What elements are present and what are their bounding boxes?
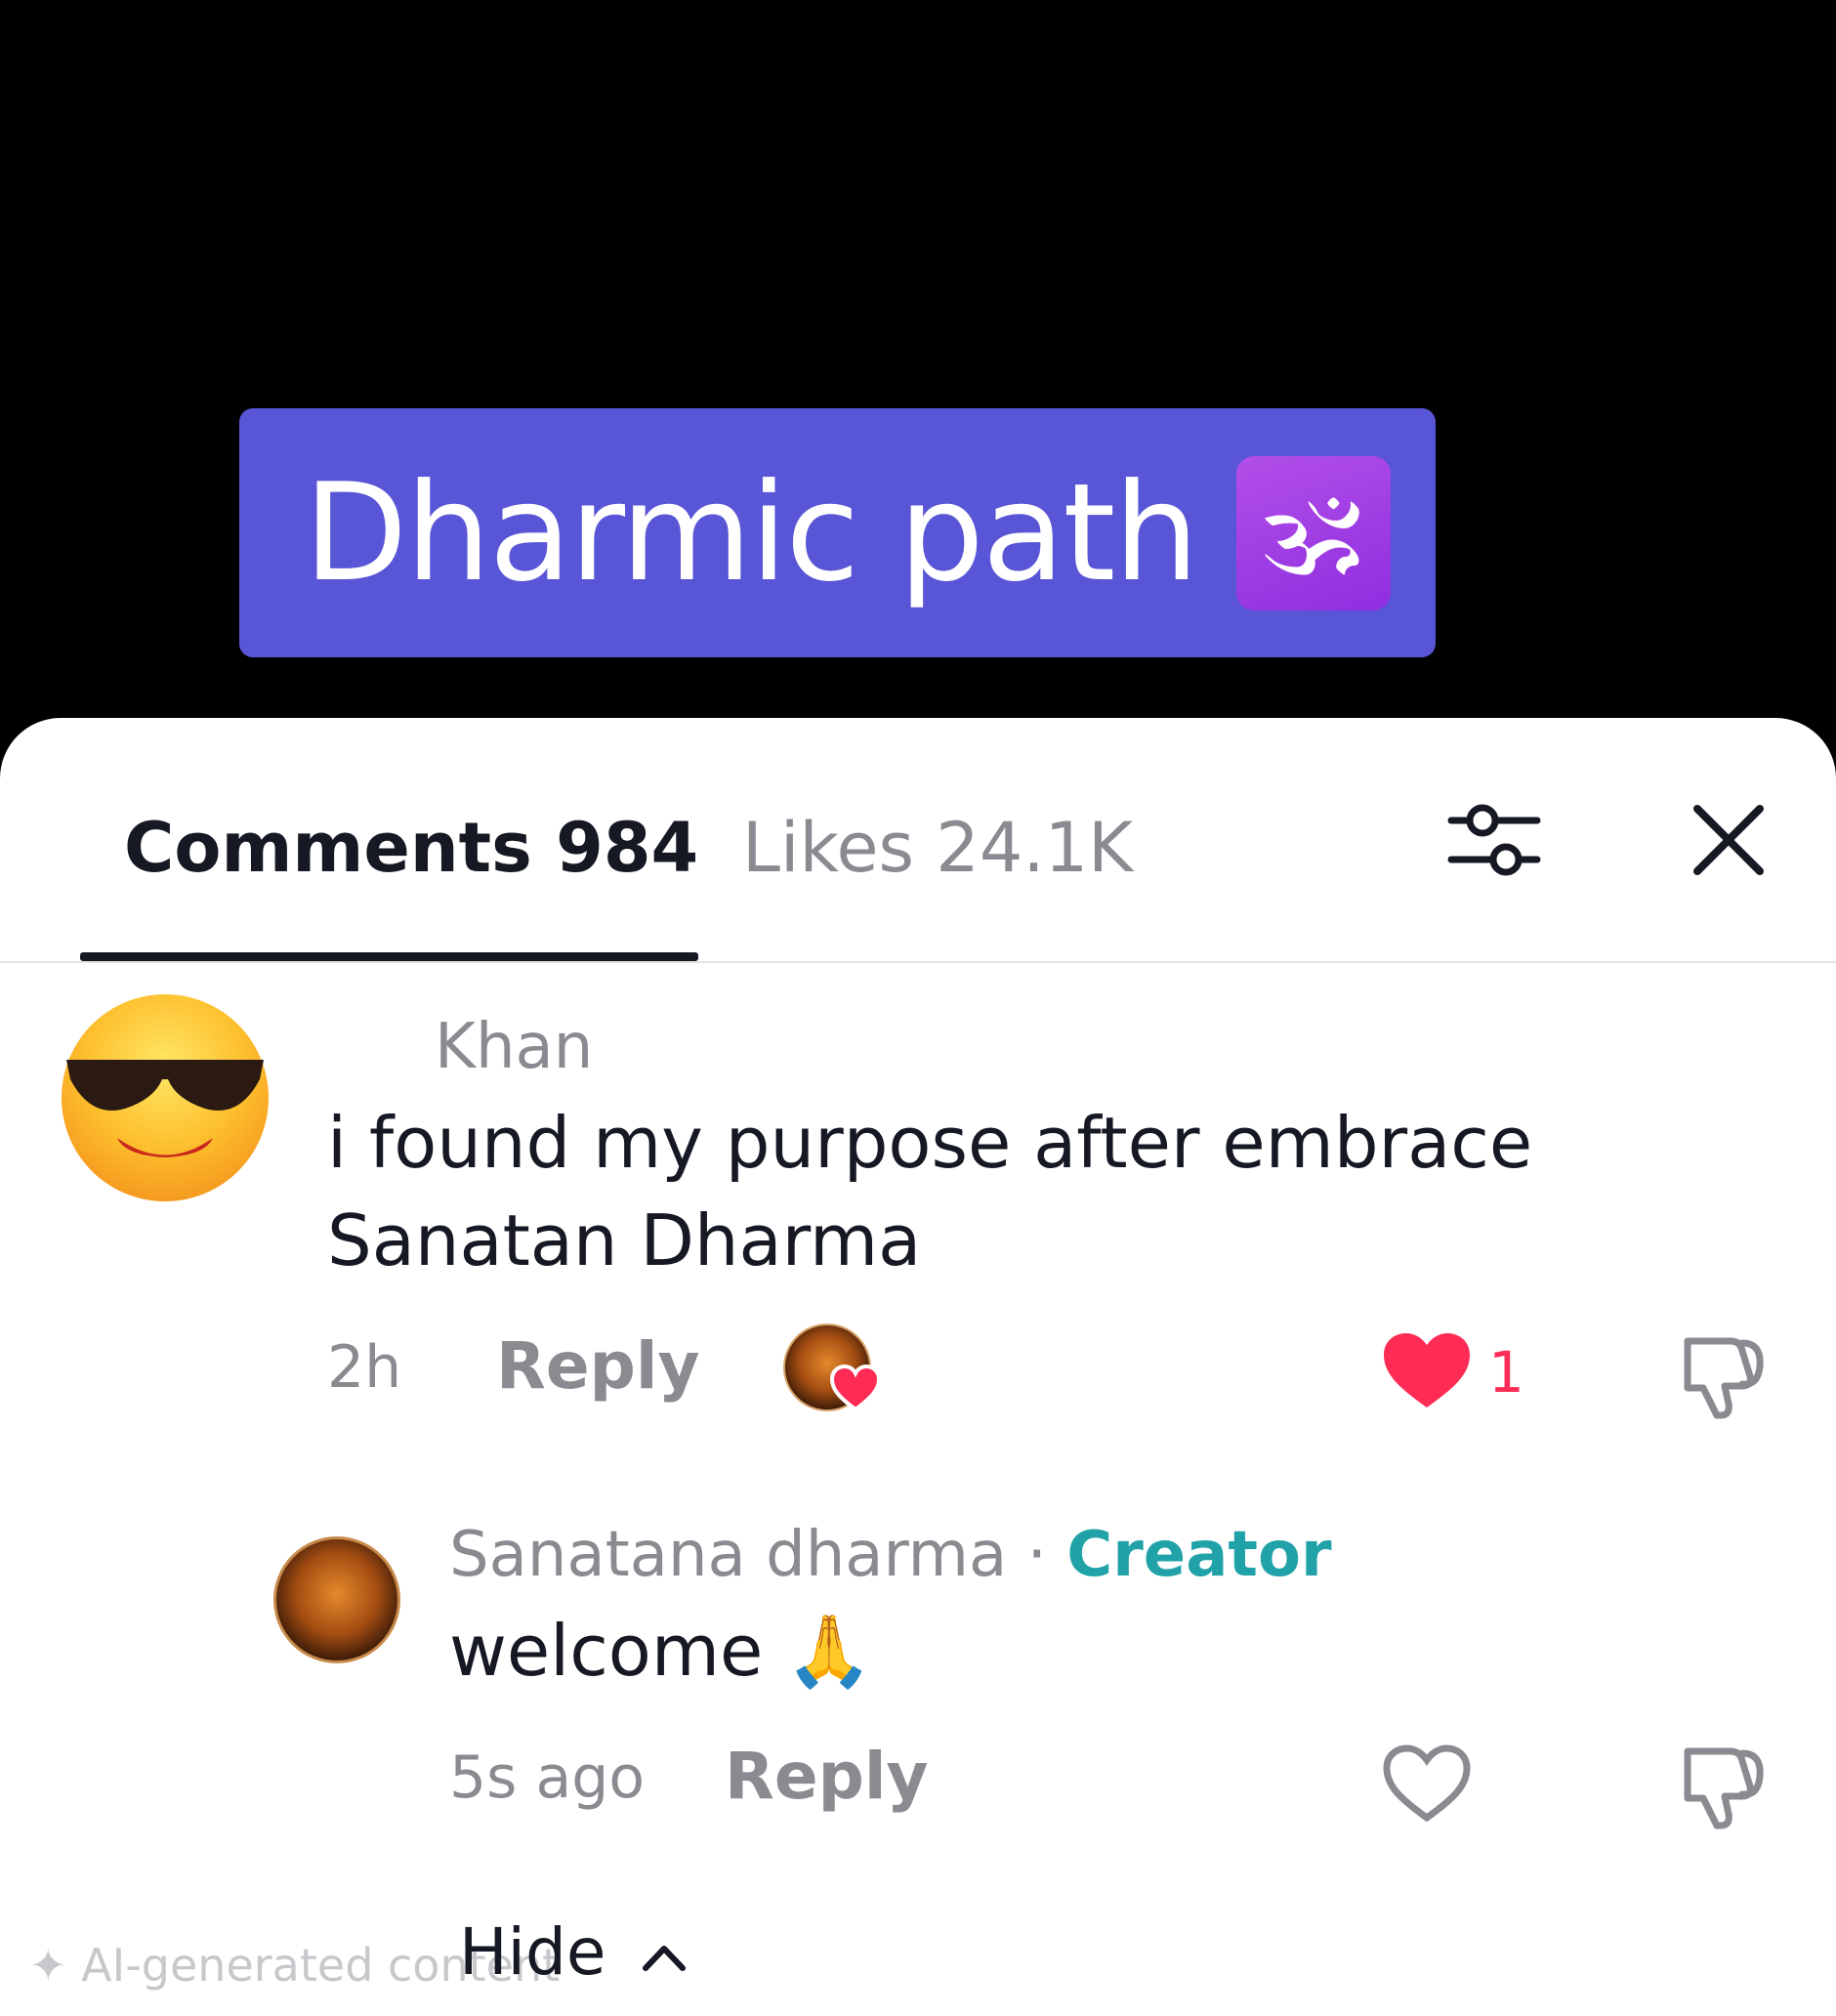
- like-heart-outline-icon[interactable]: [1382, 1743, 1472, 1824]
- tab-indicator: [80, 952, 698, 961]
- sparkle-icon: ✦: [29, 1939, 82, 1992]
- tabs-divider: [0, 961, 1836, 963]
- comments-sheet: Comments 984 Likes 24.1K Khan i found my…: [0, 718, 1836, 2016]
- creator-badge: Creator: [1066, 1519, 1332, 1591]
- reply-timestamp: 5s ago: [449, 1743, 646, 1812]
- hide-replies-button[interactable]: Hide: [459, 1914, 688, 1990]
- video-title: Dharmic path: [304, 454, 1199, 611]
- om-icon: 🕉: [1235, 455, 1391, 610]
- creator-avatar[interactable]: [273, 1536, 400, 1663]
- tab-likes[interactable]: Likes 24.1K: [742, 808, 1133, 888]
- dislike-icon[interactable]: [1678, 1331, 1768, 1421]
- like-heart-filled-icon[interactable]: [1382, 1331, 1472, 1411]
- reply-to-reply-button[interactable]: Reply: [725, 1739, 928, 1814]
- sliders-icon: [1447, 804, 1541, 876]
- chevron-up-icon: [643, 1945, 687, 1971]
- comment-text-line1: i found my purpose after embrace: [327, 1102, 1533, 1184]
- sunglasses-emoji-avatar[interactable]: [59, 991, 271, 1204]
- reply-username-line: Sanatana dharma · Creator: [449, 1519, 1332, 1591]
- comment-text-line2: Sanatan Dharma: [327, 1199, 922, 1281]
- close-button[interactable]: [1680, 791, 1777, 889]
- dislike-icon[interactable]: [1678, 1742, 1768, 1831]
- reply-text: welcome 🙏: [449, 1610, 873, 1692]
- reply-button[interactable]: Reply: [496, 1328, 699, 1404]
- close-icon: [1693, 805, 1764, 875]
- like-count: 1: [1488, 1339, 1524, 1406]
- tab-comments[interactable]: Comments 984: [124, 808, 698, 888]
- comment-timestamp: 2h: [327, 1333, 402, 1402]
- title-banner: Dharmic path 🕉: [239, 408, 1436, 657]
- liked-by-creator-badge: [783, 1323, 881, 1421]
- filter-button[interactable]: [1445, 791, 1543, 889]
- video-area[interactable]: Dharmic path 🕉: [0, 0, 1836, 723]
- comment-username[interactable]: Khan: [435, 1011, 593, 1083]
- heart-icon: [830, 1365, 881, 1412]
- reply-username[interactable]: Sanatana dharma: [449, 1519, 1007, 1591]
